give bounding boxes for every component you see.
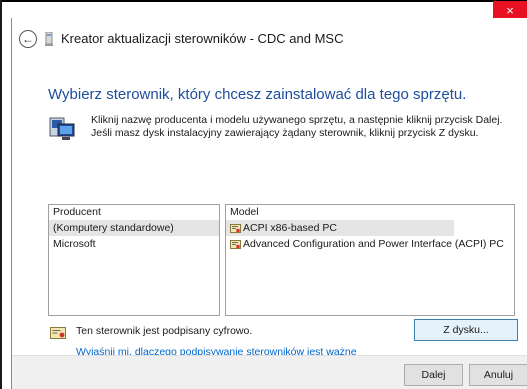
model-item-label: Advanced Configuration and Power Interfa…	[243, 238, 504, 250]
producer-listbox[interactable]: Producent (Komputery standardowe) Micros…	[48, 204, 220, 316]
desktop-left-edge	[0, 0, 2, 389]
producer-item-label: (Komputery standardowe)	[53, 222, 174, 234]
producer-item[interactable]: (Komputery standardowe)	[49, 220, 219, 236]
computer-hardware-icon	[49, 117, 75, 140]
title-bar: ← Kreator aktualizacji sterowników - CDC…	[12, 18, 527, 60]
certificate-icon	[230, 223, 241, 233]
window-title: Kreator aktualizacji sterowników - CDC a…	[61, 31, 344, 46]
device-wizard-icon	[45, 32, 53, 46]
signed-driver-icon	[50, 327, 66, 339]
next-button[interactable]: Dalej	[404, 364, 463, 386]
certificate-icon	[230, 239, 241, 249]
model-item[interactable]: Advanced Configuration and Power Interfa…	[226, 236, 514, 252]
page-heading: Wybierz sterownik, który chcesz zainstal…	[48, 86, 467, 103]
producer-item-label: Microsoft	[53, 238, 96, 250]
back-button[interactable]: ←	[19, 30, 37, 48]
desktop-top-edge	[0, 0, 527, 18]
producer-item[interactable]: Microsoft	[49, 236, 219, 252]
wizard-window: ← Kreator aktualizacji sterowników - CDC…	[11, 18, 527, 389]
model-item-label: ACPI x86-based PC	[243, 222, 337, 234]
signed-driver-text: Ten sterownik jest podpisany cyfrowo.	[76, 325, 253, 337]
model-item[interactable]: ACPI x86-based PC	[226, 220, 454, 236]
have-disk-button[interactable]: Z dysku...	[414, 319, 518, 341]
model-column-header: Model	[226, 205, 514, 220]
producer-column-header: Producent	[49, 205, 219, 220]
cancel-button[interactable]: Anuluj	[469, 364, 527, 386]
instruction-text: Kliknij nazwę producenta i modelu używan…	[91, 114, 503, 139]
model-listbox[interactable]: Model ACPI x86-based PC Advanced Configu…	[225, 204, 515, 316]
